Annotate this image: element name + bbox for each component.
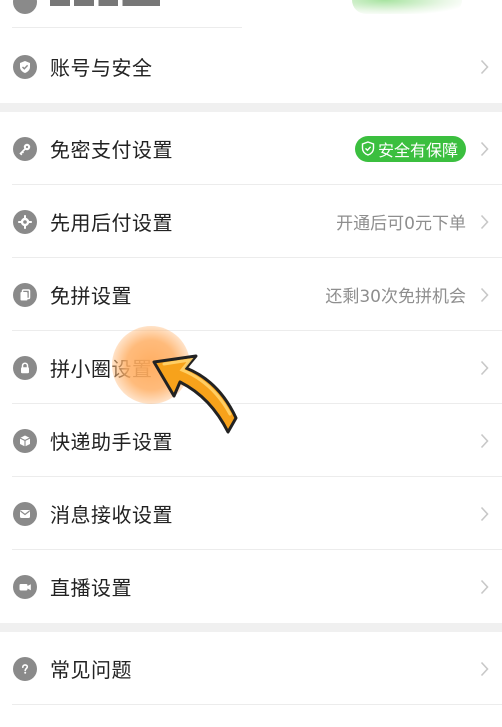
settings-group-payment: 免密支付设置 安全有保障 先用后付设置 开通后可0元下单 免拼设置 还剩30次免… [0,112,502,623]
settings-item-label: 免拼设置 [50,284,132,308]
chevron-right-icon [476,57,492,77]
settings-item-label: 直播设置 [50,576,132,600]
gear-icon [13,209,37,234]
chevron-right-icon [476,577,492,597]
chevron-right-icon [476,139,492,159]
video-camera-icon [13,574,37,599]
settings-item-label: 先用后付设置 [50,211,173,235]
security-badge: 安全有保障 [354,135,466,162]
settings-item-label: 快递助手设置 [50,430,173,454]
message-icon [13,501,37,526]
chevron-right-icon [476,285,492,305]
copy-icon [13,282,37,307]
settings-item-live-stream[interactable]: 直播设置 [0,550,502,623]
settings-item-faq[interactable]: 常见问题 [0,632,502,705]
chevron-right-icon [476,212,492,232]
settings-group-account: 账号与安全 [0,30,502,103]
settings-item-value: 还剩30次免拼机会 [325,287,466,307]
settings-item-label: 账号与安全 [50,56,153,80]
settings-page: 账号与安全 免密支付设置 安全有保障 先用后付设置 开通后可0元下单 免拼设置 … [0,0,502,727]
settings-item-pin-circle[interactable]: 拼小圈设置 [0,331,502,404]
shield-check-icon [13,54,37,79]
settings-item-express-helper[interactable]: 快递助手设置 [0,404,502,477]
settings-item-message-receive[interactable]: 消息接收设置 [0,477,502,550]
settings-group-help: 常见问题 [0,632,502,727]
settings-item-account-security[interactable]: 账号与安全 [0,30,502,103]
settings-item-label: 消息接收设置 [50,503,173,527]
partial-row-toggle[interactable] [352,0,462,14]
chevron-right-icon [476,358,492,378]
partial-row-icon [13,0,37,14]
settings-item-label: 免密支付设置 [50,138,173,162]
settings-item-password-free-payment[interactable]: 免密支付设置 安全有保障 [0,112,502,185]
chevron-right-icon [476,431,492,451]
partial-row-label [50,0,160,6]
lock-icon [13,355,37,380]
package-icon [13,428,37,453]
settings-item-label: 常见问题 [50,658,132,682]
settings-item-pay-later[interactable]: 先用后付设置 开通后可0元下单 [0,185,502,258]
settings-item-group-free[interactable]: 免拼设置 还剩30次免拼机会 [0,258,502,331]
partial-top-row[interactable] [0,0,502,30]
chevron-right-icon [476,659,492,679]
settings-item-value: 开通后可0元下单 [336,214,466,234]
settings-item-label: 拼小圈设置 [50,357,153,381]
key-icon [13,136,37,161]
question-icon [13,656,37,681]
chevron-right-icon [476,504,492,524]
security-badge-text: 安全有保障 [377,140,458,160]
shield-icon [361,141,375,156]
